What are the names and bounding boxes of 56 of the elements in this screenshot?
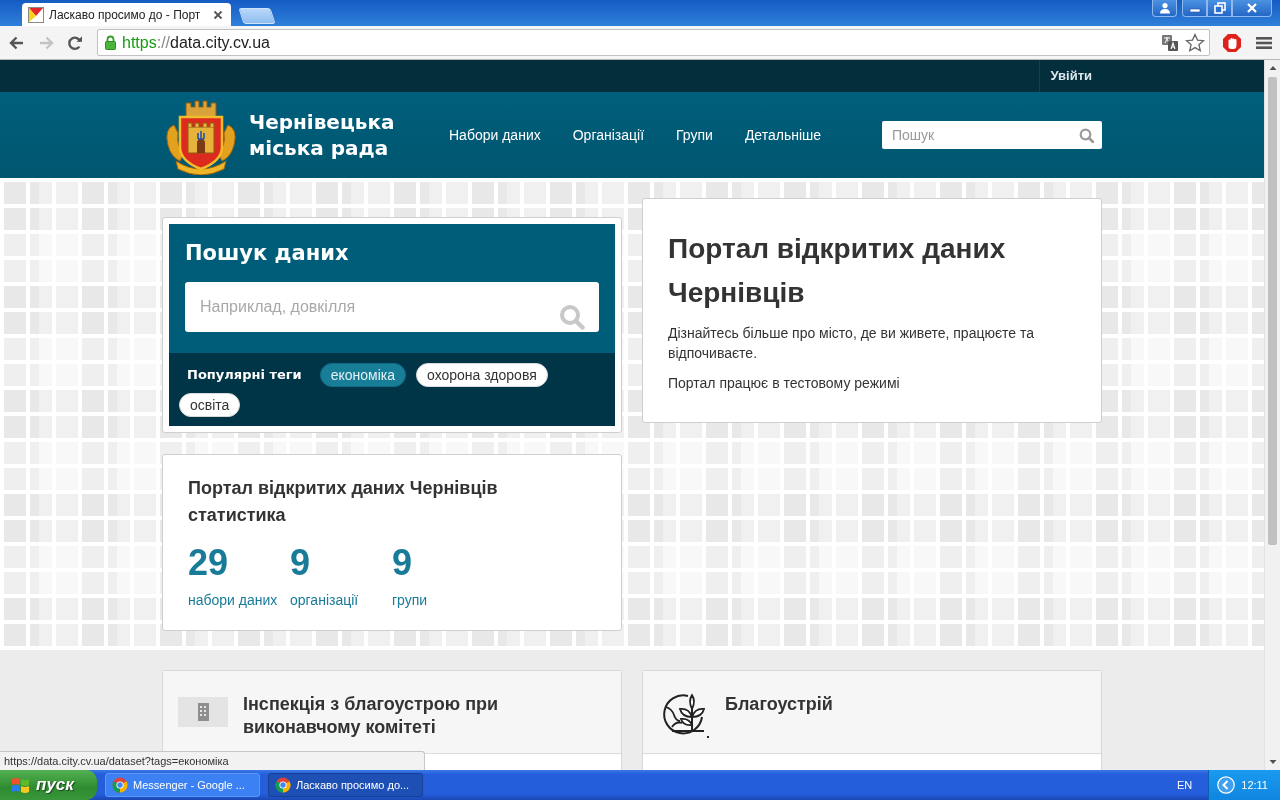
scrollbar-thumb[interactable] (1268, 77, 1277, 545)
tags-label: Популярні теги (187, 366, 302, 384)
browser-icon (112, 777, 128, 793)
stop-hand-icon[interactable] (1222, 32, 1242, 53)
tab-title: Ласкаво просимо до - Порт (49, 7, 202, 22)
featured-title[interactable]: Благоустрій (725, 693, 833, 716)
nav-link[interactable]: Організації (556, 127, 661, 143)
stats-title: Портал відкритих даних Чернівців статистика (188, 477, 499, 527)
stat-link[interactable]: групи (392, 590, 428, 610)
search-panel-title: Пошук даних (185, 240, 350, 267)
building-icon (178, 697, 228, 727)
user-icon (1158, 2, 1171, 14)
lock-icon (105, 35, 116, 50)
browser-icon (275, 777, 291, 793)
tag-pill[interactable]: економіка (319, 363, 406, 387)
nav-link[interactable]: Набори даних (449, 127, 557, 143)
language-indicator[interactable]: EN (1177, 779, 1193, 791)
windows-flag-icon (10, 776, 30, 794)
search-icon[interactable] (1079, 127, 1094, 143)
intro-text: Портал працює в тестовому режимі (668, 374, 901, 393)
profile-button[interactable] (1152, 0, 1177, 17)
nav-link[interactable]: Детальніше (728, 127, 838, 143)
intro-title: Портал відкритих даних Чернівців (668, 232, 1007, 310)
chevron-left-icon[interactable] (1217, 776, 1236, 794)
translate-icon[interactable] (1161, 33, 1179, 52)
intro-text: Дізнайтесь більше про місто, де ви живете, працюєте та відпочиваєте. (668, 324, 1036, 363)
flag-favicon-icon (28, 6, 44, 23)
tag-pill[interactable]: охорона здоровя (416, 363, 548, 387)
nav-link[interactable]: Групи (660, 127, 729, 143)
close-icon (1246, 2, 1258, 14)
stat-link[interactable]: набори даних (188, 590, 278, 610)
close-window-button[interactable] (1232, 0, 1272, 17)
restore-button[interactable] (1207, 0, 1232, 17)
stat-link[interactable]: організації (290, 590, 359, 610)
start-button[interactable]: пуск (0, 770, 97, 800)
menu-icon[interactable] (1256, 35, 1272, 50)
link-status-bubble: https://data.city.cv.ua/dataset?tags=економіка (0, 751, 425, 770)
minimize-button[interactable] (1182, 0, 1207, 17)
taskbar-button[interactable]: Messenger - Google ... (105, 773, 260, 797)
taskbar-button[interactable]: Ласкаво просимо до... (268, 773, 423, 797)
close-icon[interactable] (213, 9, 224, 20)
url-text: https://data.city.cv.ua (122, 33, 270, 52)
restore-icon (1213, 2, 1226, 14)
stat-value: 29 (188, 543, 229, 583)
featured-title[interactable]: Інспекція з благоустрою при виконавчому комітеті (243, 693, 606, 739)
site-title[interactable]: Чернівецька міська рада (249, 109, 449, 161)
stat-value: 9 (392, 543, 413, 583)
address-bar[interactable]: https://data.city.cv.ua (97, 29, 1210, 56)
reload-icon[interactable] (66, 33, 84, 52)
scrollbar[interactable] (1264, 60, 1280, 770)
new-tab-button[interactable] (238, 8, 276, 24)
tag-pill[interactable]: освіта (179, 393, 241, 417)
stat-value: 9 (290, 543, 311, 583)
star-icon[interactable] (1185, 32, 1205, 53)
browser-tab[interactable]: Ласкаво просимо до - Порт (22, 3, 232, 26)
clock: 12:11 (1241, 779, 1268, 791)
